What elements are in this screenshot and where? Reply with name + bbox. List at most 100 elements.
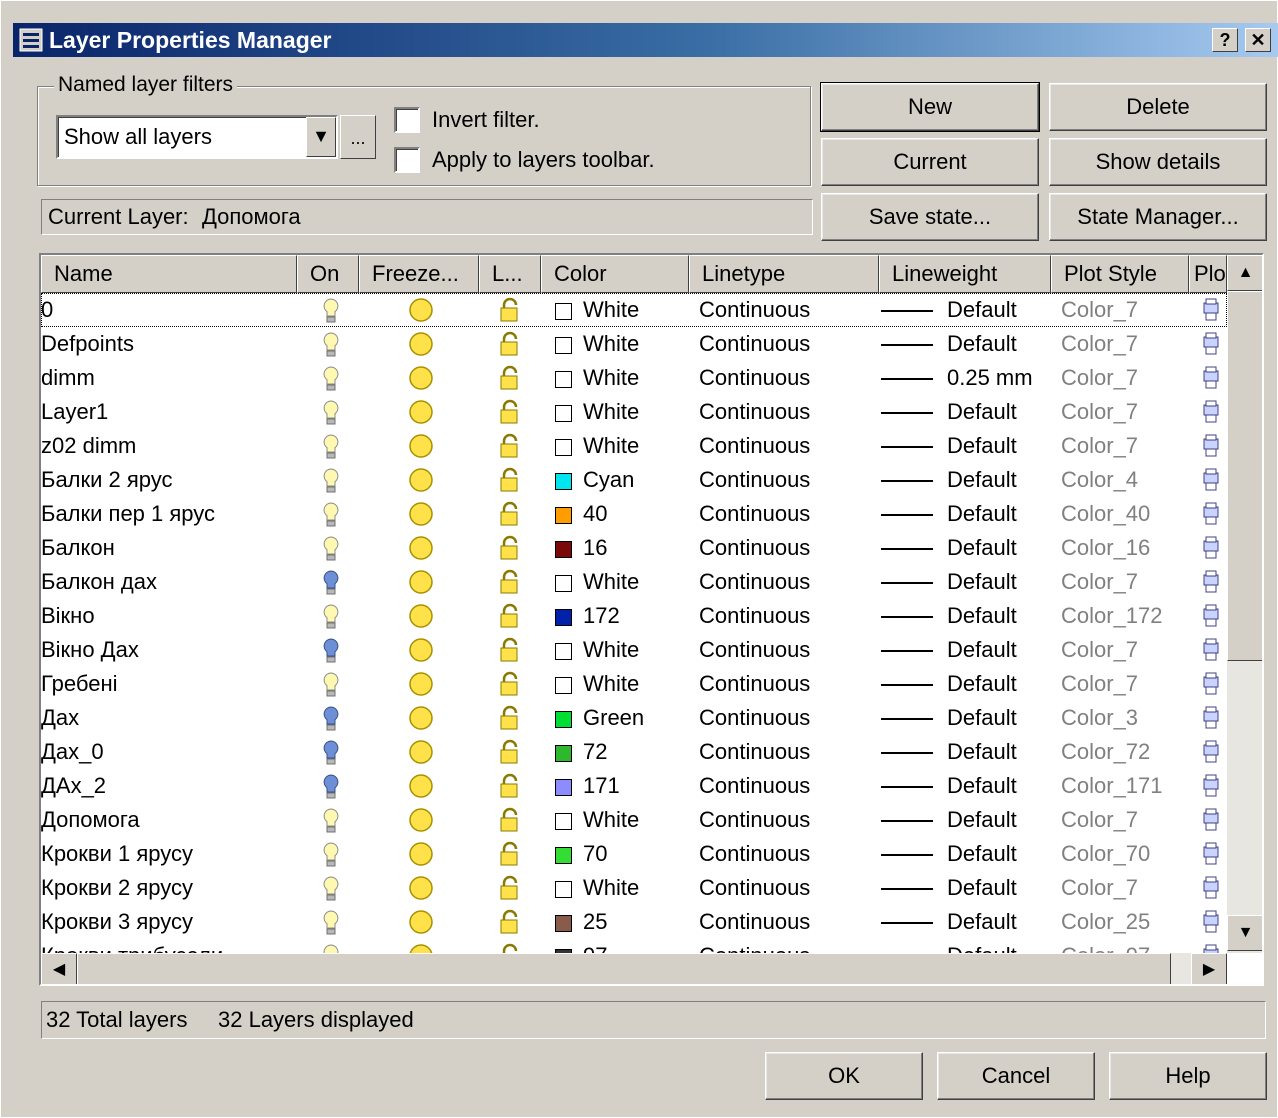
sun-thawed-icon[interactable] [407,908,435,942]
invert-filter-checkbox[interactable] [394,107,420,133]
filter-combo[interactable]: Show all layers ▼ [56,115,338,159]
layer-lineweight[interactable]: Default [947,463,1017,497]
invert-filter-label[interactable]: Invert filter. [432,107,540,133]
unlock-icon[interactable] [497,943,523,953]
sun-thawed-icon[interactable] [407,296,435,330]
layer-linetype[interactable]: Continuous [699,939,810,953]
scroll-left-icon[interactable]: ◀ [41,953,77,984]
layer-name[interactable]: dimm [41,361,95,395]
unlock-icon[interactable] [497,365,523,399]
printer-icon[interactable] [1201,739,1221,773]
layer-linetype[interactable]: Continuous [699,837,810,871]
close-button[interactable]: ✕ [1245,28,1271,52]
layer-plot-style[interactable]: Color_7 [1061,633,1138,667]
color-swatch[interactable] [555,915,572,932]
layer-plot-style[interactable]: Color_72 [1061,735,1150,769]
scroll-thumb[interactable] [1227,291,1262,661]
bulb-on-icon[interactable] [321,909,341,943]
color-swatch[interactable] [555,507,572,524]
printer-icon[interactable] [1201,671,1221,705]
unlock-icon[interactable] [497,773,523,807]
layer-linetype[interactable]: Continuous [699,463,810,497]
unlock-icon[interactable] [497,297,523,331]
layer-color[interactable]: White [583,667,639,701]
layer-plot-style[interactable]: Color_7 [1061,803,1138,837]
layer-name[interactable]: Балкон [41,531,115,565]
layer-name[interactable]: Вікно [41,599,95,633]
layer-lineweight[interactable]: Default [947,599,1017,633]
layer-name[interactable]: Крокви 3 ярусу [41,905,193,939]
layer-lineweight[interactable]: Default [947,395,1017,429]
printer-icon[interactable] [1201,841,1221,875]
layer-linetype[interactable]: Continuous [699,429,810,463]
layer-plot-style[interactable]: Color_7 [1061,667,1138,701]
layer-name[interactable]: Балки пер 1 ярус [41,497,215,531]
unlock-icon[interactable] [497,705,523,739]
bulb-on-icon[interactable] [321,365,341,399]
layer-linetype[interactable]: Continuous [699,327,810,361]
save-state-button[interactable]: Save state... [821,193,1039,241]
table-row[interactable]: Крокви 2 ярусу White Continuous Default Colo… [41,871,1227,905]
layer-lineweight[interactable]: Default [947,497,1017,531]
layer-linetype[interactable]: Continuous [699,293,810,327]
color-swatch[interactable] [555,303,572,320]
layer-plot-style[interactable]: Color_40 [1061,497,1150,531]
sun-thawed-icon[interactable] [407,874,435,908]
color-swatch[interactable] [555,643,572,660]
layer-plot-style[interactable]: Color_4 [1061,463,1138,497]
table-row[interactable]: Балки 2 ярус Cyan Continuous Default Color_4 [41,463,1227,497]
layer-linetype[interactable]: Continuous [699,395,810,429]
layer-lineweight[interactable]: Default [947,769,1017,803]
column-header-name[interactable]: Name [41,255,297,293]
layer-name[interactable]: Дах_0 [41,735,104,769]
bulb-on-icon[interactable] [321,297,341,331]
unlock-icon[interactable] [497,841,523,875]
sun-thawed-icon[interactable] [407,772,435,806]
layer-plot-style[interactable]: Color_97 [1061,939,1150,953]
layer-name[interactable]: Гребені [41,667,118,701]
bulb-off-icon[interactable] [321,569,341,603]
printer-icon[interactable] [1201,909,1221,943]
layer-plot-style[interactable]: Color_7 [1061,565,1138,599]
hscroll-thumb[interactable] [77,953,1171,984]
layer-plot-style[interactable]: Color_171 [1061,769,1163,803]
layer-linetype[interactable]: Continuous [699,701,810,735]
layer-color[interactable]: 40 [583,497,607,531]
layer-linetype[interactable]: Continuous [699,769,810,803]
table-row[interactable]: Крокви трибусели 97 Continuous Default Color… [41,939,1227,953]
column-header-lock[interactable]: L... [479,255,541,293]
color-swatch[interactable] [555,405,572,422]
color-swatch[interactable] [555,575,572,592]
layer-name[interactable]: Дах [41,701,79,735]
layer-lineweight[interactable]: Default [947,293,1017,327]
layer-linetype[interactable]: Continuous [699,531,810,565]
unlock-icon[interactable] [497,637,523,671]
layer-lineweight[interactable]: Default [947,327,1017,361]
layer-lineweight[interactable]: Default [947,667,1017,701]
layer-plot-style[interactable]: Color_7 [1061,871,1138,905]
table-row[interactable]: Балкон дах White Continuous Default Color_7 [41,565,1227,599]
color-swatch[interactable] [555,371,572,388]
layer-name[interactable]: ДАх_2 [41,769,106,803]
unlock-icon[interactable] [497,875,523,909]
sun-thawed-icon[interactable] [407,534,435,568]
sun-thawed-icon[interactable] [407,500,435,534]
sun-thawed-icon[interactable] [407,398,435,432]
color-swatch[interactable] [555,881,572,898]
layer-color[interactable]: White [583,293,639,327]
layer-lineweight[interactable]: Default [947,429,1017,463]
bulb-on-icon[interactable] [321,841,341,875]
layer-linetype[interactable]: Continuous [699,735,810,769]
color-swatch[interactable] [555,609,572,626]
sun-thawed-icon[interactable] [407,942,435,953]
layer-linetype[interactable]: Continuous [699,497,810,531]
bulb-on-icon[interactable] [321,535,341,569]
layer-linetype[interactable]: Continuous [699,633,810,667]
layer-name[interactable]: Балкон дах [41,565,157,599]
layer-lineweight[interactable]: Default [947,633,1017,667]
bulb-off-icon[interactable] [321,637,341,671]
unlock-icon[interactable] [497,569,523,603]
layer-name[interactable]: Layer1 [41,395,108,429]
sun-thawed-icon[interactable] [407,466,435,500]
bulb-on-icon[interactable] [321,467,341,501]
